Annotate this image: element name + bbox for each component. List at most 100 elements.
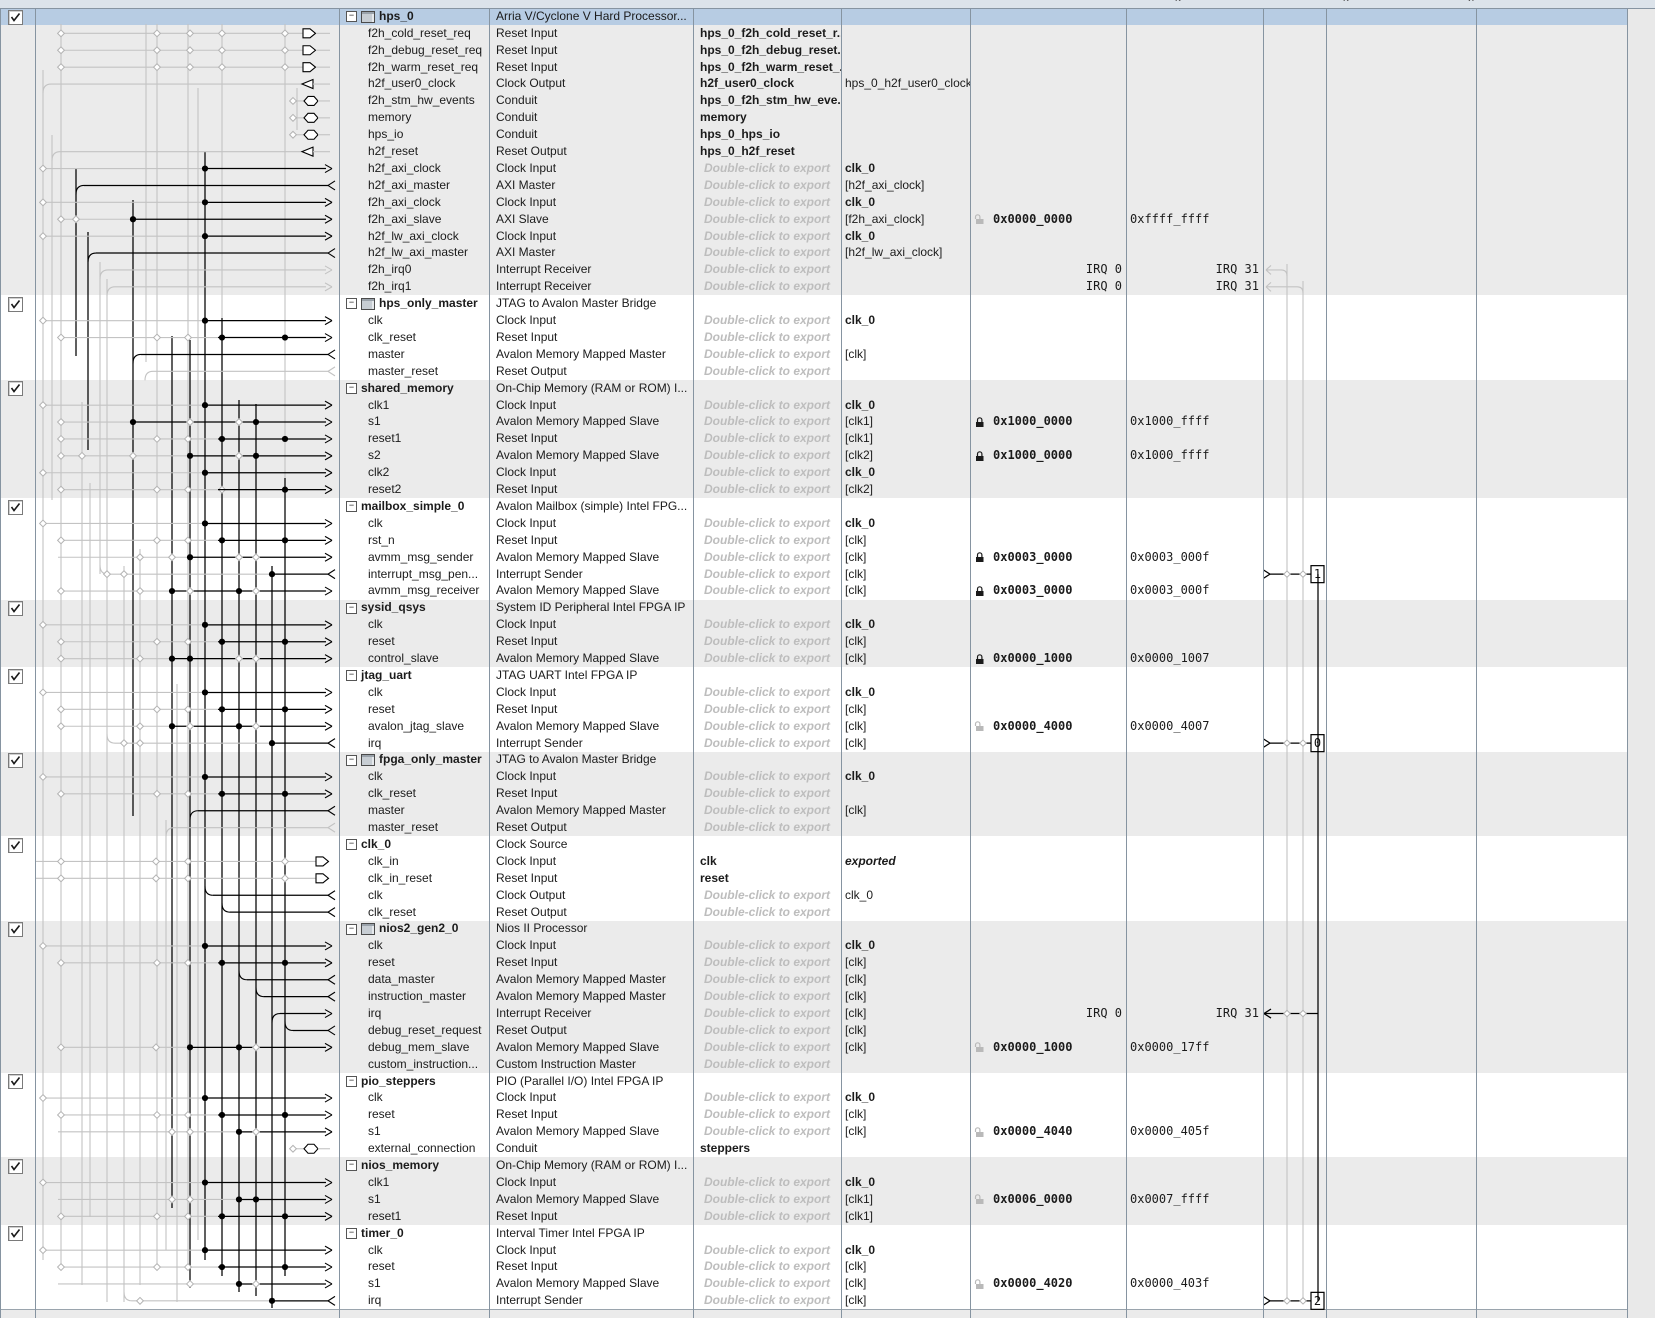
port-name-cell[interactable]: clk (368, 312, 489, 329)
port-name-cell[interactable]: rst_n (368, 532, 489, 549)
export-cell[interactable]: Double-click to export (697, 1275, 837, 1292)
export-cell[interactable]: Double-click to export (697, 211, 837, 228)
export-cell[interactable]: Double-click to export (697, 616, 837, 633)
export-cell[interactable]: Double-click to export (697, 954, 837, 971)
export-cell[interactable]: Double-click to export (697, 785, 837, 802)
export-cell[interactable]: clk (700, 853, 841, 870)
end-address-cell[interactable]: 0x1000_ffff (1130, 413, 1263, 430)
use-checkbox[interactable] (8, 297, 23, 312)
clock-cell[interactable]: clk_0 (845, 768, 970, 785)
collapse-toggle[interactable]: − (346, 924, 357, 935)
port-name-cell[interactable]: reset (368, 954, 489, 971)
export-cell[interactable]: Double-click to export (697, 904, 837, 921)
base-address-cell[interactable]: 0x0000_4020 (974, 1275, 1126, 1292)
clock-cell[interactable]: clk_0 (845, 228, 970, 245)
end-address-cell[interactable]: 0x0000_1007 (1130, 650, 1263, 667)
port-name-cell[interactable]: clk_in_reset (368, 870, 489, 887)
clock-cell[interactable]: [clk] (845, 1123, 970, 1140)
export-cell[interactable]: hps_0_f2h_warm_reset_... (700, 59, 841, 76)
port-name-cell[interactable]: reset1 (368, 430, 489, 447)
clock-cell[interactable]: clk_0 (845, 937, 970, 954)
collapse-toggle[interactable]: − (346, 839, 357, 850)
clock-cell[interactable]: [clk] (845, 735, 970, 752)
export-cell[interactable]: hps_0_f2h_stm_hw_eve... (700, 92, 841, 109)
clock-cell[interactable]: exported (845, 853, 970, 870)
export-cell[interactable]: Double-click to export (697, 718, 837, 735)
export-cell[interactable]: Double-click to export (697, 532, 837, 549)
clock-cell[interactable]: clk_0 (845, 515, 970, 532)
clock-cell[interactable]: [clk] (845, 650, 970, 667)
export-cell[interactable]: Double-click to export (697, 735, 837, 752)
port-name-cell[interactable]: h2f_axi_clock (368, 160, 489, 177)
base-address-cell[interactable]: 0x0003_0000 (974, 549, 1126, 566)
export-cell[interactable]: Double-click to export (697, 1089, 837, 1106)
clock-cell[interactable]: [clk] (845, 1292, 970, 1309)
export-cell[interactable]: Double-click to export (697, 1242, 837, 1259)
port-name-cell[interactable]: s1 (368, 413, 489, 430)
export-cell[interactable]: Double-click to export (697, 582, 837, 599)
export-cell[interactable]: hps_0_f2h_debug_reset... (700, 42, 841, 59)
port-name-cell[interactable]: reset (368, 633, 489, 650)
clock-cell[interactable]: [clk2] (845, 447, 970, 464)
port-name-cell[interactable]: reset (368, 1106, 489, 1123)
export-cell[interactable]: Double-click to export (697, 768, 837, 785)
component-name-cell[interactable]: −timer_0 (346, 1225, 489, 1242)
use-checkbox[interactable] (8, 500, 23, 515)
port-name-cell[interactable]: s1 (368, 1191, 489, 1208)
export-cell[interactable]: Double-click to export (697, 1005, 837, 1022)
clock-cell[interactable]: clk_0 (845, 684, 970, 701)
end-address-cell[interactable]: 0x0003_000f (1130, 582, 1263, 599)
port-name-cell[interactable]: irq (368, 1292, 489, 1309)
port-name-cell[interactable]: h2f_lw_axi_master (368, 244, 489, 261)
port-name-cell[interactable]: irq (368, 1005, 489, 1022)
clock-cell[interactable]: [h2f_axi_clock] (845, 177, 970, 194)
use-checkbox[interactable] (8, 601, 23, 616)
port-name-cell[interactable]: avalon_jtag_slave (368, 718, 489, 735)
export-cell[interactable]: Double-click to export (697, 887, 837, 904)
export-cell[interactable]: Double-click to export (697, 1292, 837, 1309)
port-name-cell[interactable]: memory (368, 109, 489, 126)
connections-matrix[interactable] (35, 0, 339, 1318)
port-name-cell[interactable]: f2h_debug_reset_req (368, 42, 489, 59)
export-cell[interactable]: Double-click to export (697, 278, 837, 295)
collapse-toggle[interactable]: − (346, 298, 357, 309)
port-name-cell[interactable]: f2h_cold_reset_req (368, 25, 489, 42)
export-cell[interactable]: Double-click to export (697, 1056, 837, 1073)
component-name-cell[interactable]: −pio_steppers (346, 1073, 489, 1090)
export-cell[interactable]: Double-click to export (697, 1022, 837, 1039)
base-address-cell[interactable]: 0x0000_1000 (974, 650, 1126, 667)
export-cell[interactable]: Double-click to export (697, 194, 837, 211)
base-address-cell[interactable]: 0x1000_0000 (974, 413, 1126, 430)
clock-cell[interactable]: clk_0 (845, 1089, 970, 1106)
port-name-cell[interactable]: clk (368, 1242, 489, 1259)
clock-cell[interactable]: [clk] (845, 566, 970, 583)
port-name-cell[interactable]: clk1 (368, 1174, 489, 1191)
port-name-cell[interactable]: f2h_warm_reset_req (368, 59, 489, 76)
base-address-cell[interactable]: 0x0003_0000 (974, 582, 1126, 599)
clock-cell[interactable]: clk_0 (845, 464, 970, 481)
component-name-cell[interactable]: −hps_only_master (346, 295, 489, 312)
port-name-cell[interactable]: master_reset (368, 819, 489, 836)
export-cell[interactable]: Double-click to export (697, 819, 837, 836)
export-cell[interactable]: Double-click to export (697, 1174, 837, 1191)
port-name-cell[interactable]: clk_reset (368, 329, 489, 346)
port-name-cell[interactable]: avmm_msg_receiver (368, 582, 489, 599)
component-name-cell[interactable]: −sysid_qsys (346, 599, 489, 616)
export-cell[interactable]: Double-click to export (697, 346, 837, 363)
clock-cell[interactable]: clk_0 (845, 616, 970, 633)
port-name-cell[interactable]: reset (368, 1258, 489, 1275)
base-address-cell[interactable]: 0x0000_0000 (974, 211, 1126, 228)
component-name-cell[interactable]: −hps_0 (346, 8, 489, 25)
export-cell[interactable]: Double-click to export (697, 684, 837, 701)
port-name-cell[interactable]: clk (368, 515, 489, 532)
export-cell[interactable]: Double-click to export (697, 549, 837, 566)
port-name-cell[interactable]: h2f_user0_clock (368, 75, 489, 92)
use-checkbox[interactable] (8, 1074, 23, 1089)
end-address-cell[interactable]: 0x0000_405f (1130, 1123, 1263, 1140)
clock-cell[interactable]: [f2h_axi_clock] (845, 211, 970, 228)
port-name-cell[interactable]: reset (368, 701, 489, 718)
clock-cell[interactable]: [clk] (845, 802, 970, 819)
clock-cell[interactable]: [clk] (845, 988, 970, 1005)
collapse-toggle[interactable]: − (346, 603, 357, 614)
port-name-cell[interactable]: clk_reset (368, 904, 489, 921)
